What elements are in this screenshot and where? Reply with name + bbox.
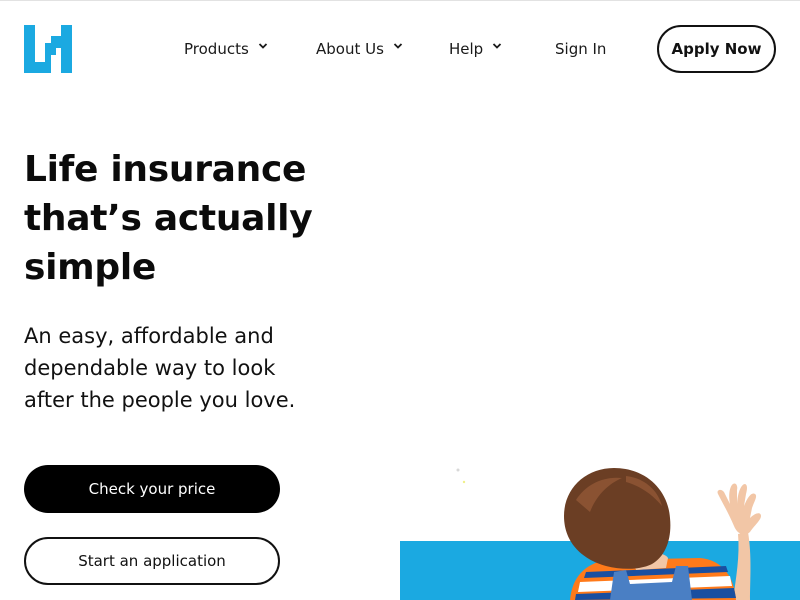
top-divider — [0, 0, 800, 1]
nav-products[interactable]: Products — [184, 25, 268, 73]
hero-child-image — [400, 468, 800, 600]
hero-subtitle-line: dependable way to look — [24, 356, 276, 380]
hero-title: Life insurance that’s actually simple — [24, 145, 354, 292]
nav-about-us-label: About Us — [316, 40, 384, 58]
hero-subtitle: An easy, affordable and dependable way t… — [24, 320, 324, 416]
sign-in-link[interactable]: Sign In — [555, 25, 606, 73]
hero-title-line: Life insurance — [24, 149, 307, 190]
lh-logo-icon[interactable] — [24, 25, 72, 73]
hero-title-line: that’s actually — [24, 198, 313, 239]
hero-title-line: simple — [24, 247, 157, 288]
nav-help[interactable]: Help — [449, 25, 502, 73]
nav-products-label: Products — [184, 40, 249, 58]
nav-help-label: Help — [449, 40, 484, 58]
chevron-down-icon — [258, 43, 267, 49]
check-price-button[interactable]: Check your price — [24, 465, 280, 513]
hero-subtitle-line: An easy, affordable and — [24, 324, 274, 348]
page: Products About Us Help Sign In Apply Now… — [0, 0, 800, 600]
chevron-down-icon — [393, 43, 403, 49]
hero-subtitle-line: after the people you love. — [24, 388, 296, 412]
nav-about-us[interactable]: About Us — [316, 25, 403, 73]
apply-now-button[interactable]: Apply Now — [657, 25, 776, 73]
start-application-button[interactable]: Start an application — [24, 537, 280, 585]
chevron-down-icon — [493, 43, 502, 49]
